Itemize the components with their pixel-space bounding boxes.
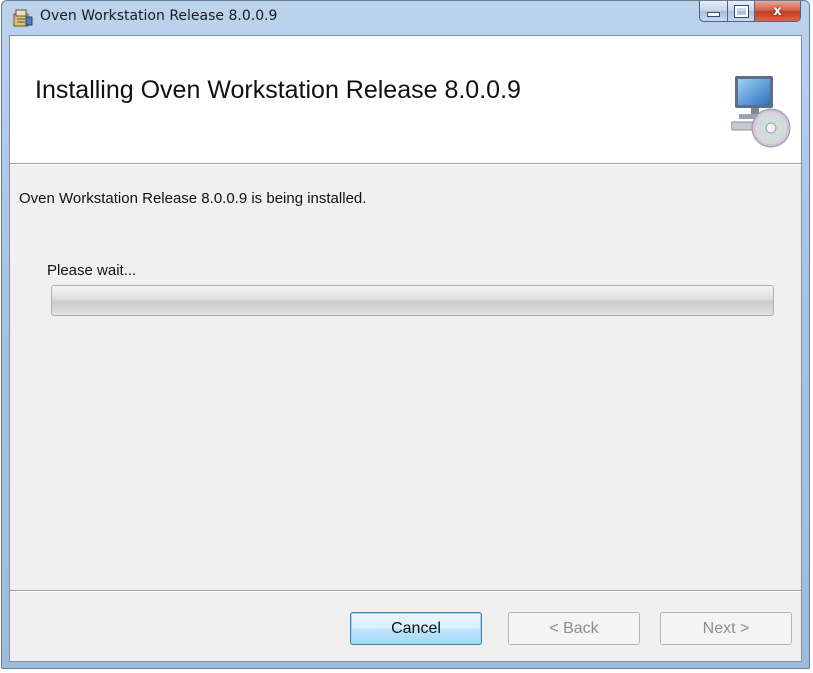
button-footer: Cancel < Back Next > — [10, 590, 801, 661]
header-banner: Installing Oven Workstation Release 8.0.… — [10, 36, 801, 165]
installer-app-icon — [13, 9, 33, 27]
page-title: Installing Oven Workstation Release 8.0.… — [35, 76, 521, 104]
caption-buttons: x — [699, 1, 801, 23]
close-icon: x — [773, 3, 782, 19]
minimize-icon — [707, 11, 720, 17]
maximize-icon — [733, 4, 749, 18]
cancel-button[interactable]: Cancel — [350, 612, 482, 645]
progress-label: Please wait... — [47, 262, 137, 279]
dialog-client-area: Installing Oven Workstation Release 8.0.… — [9, 35, 802, 662]
back-button[interactable]: < Back — [508, 612, 640, 645]
window-title: Oven Workstation Release 8.0.0.9 — [40, 8, 278, 24]
minimize-button[interactable] — [699, 1, 728, 22]
close-button[interactable]: x — [755, 1, 801, 22]
title-bar[interactable]: Oven Workstation Release 8.0.0.9 x — [2, 1, 809, 35]
installer-window: Oven Workstation Release 8.0.0.9 x Insta… — [1, 0, 810, 669]
install-progress-bar — [51, 285, 774, 316]
maximize-button[interactable] — [728, 1, 755, 22]
install-status-text: Oven Workstation Release 8.0.0.9 is bein… — [19, 190, 367, 207]
next-button[interactable]: Next > — [660, 612, 792, 645]
computer-cd-icon — [731, 76, 791, 148]
